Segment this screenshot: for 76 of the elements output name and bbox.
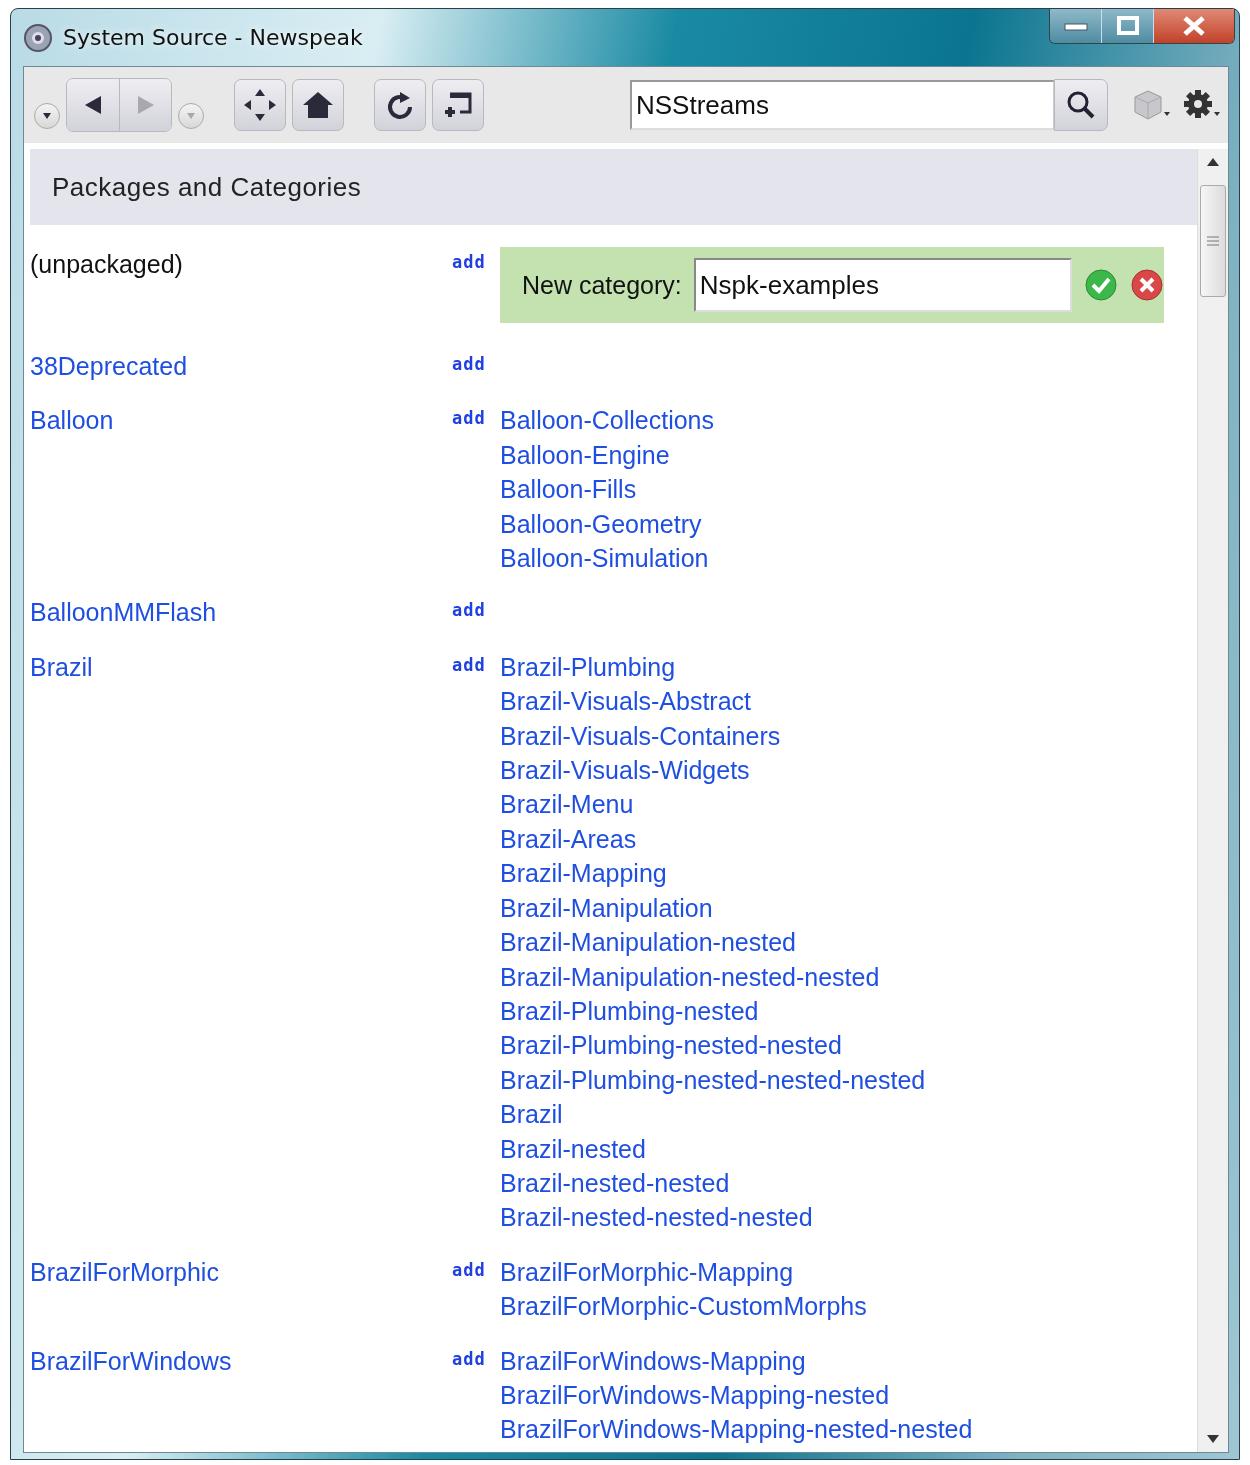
category-link[interactable]: BrazilForWindows-Mapping-nested-nested [500, 1412, 973, 1447]
search-button[interactable] [1054, 79, 1108, 131]
new-window-icon [442, 90, 474, 120]
category-link[interactable]: BrazilForWindows-Mapping [500, 1343, 806, 1378]
category-link[interactable]: BrazilForMorphic-CustomMorphs [500, 1289, 867, 1324]
header-title: Packages and Categories [52, 171, 362, 203]
grip-icon [1207, 234, 1219, 248]
maximize-icon [1114, 15, 1141, 37]
category-link[interactable]: Brazil-Manipulation-nested [500, 925, 796, 960]
category-link[interactable]: Brazil [500, 1097, 563, 1132]
search-icon [1066, 90, 1096, 120]
window-title: System Source - Newspeak [63, 25, 363, 50]
add-link[interactable]: add [452, 1343, 486, 1374]
refresh-icon [386, 90, 414, 120]
package-link[interactable]: 38Deprecated [30, 349, 188, 384]
add-link[interactable]: add [452, 403, 486, 434]
category-link[interactable]: Balloon-Collections [500, 403, 714, 438]
new-category-label: New category: [522, 270, 682, 300]
category-link[interactable]: Brazil-Visuals-Widgets [500, 753, 750, 788]
history-dropdown[interactable] [34, 103, 60, 129]
category-link[interactable]: Balloon-Geometry [500, 506, 702, 542]
add-link[interactable]: add [452, 595, 486, 626]
category-link[interactable]: Brazil-Plumbing-nested-nested-nested [500, 1062, 926, 1098]
scrollbar[interactable] [1197, 149, 1228, 1452]
back-button[interactable] [67, 79, 119, 131]
maximize-button[interactable] [1102, 9, 1154, 43]
category-link[interactable]: BrazilForMorphic-Mapping [500, 1254, 794, 1290]
close-button[interactable] [1154, 9, 1234, 43]
home-icon [302, 90, 334, 120]
new-category-field[interactable]: Nspk-examples [693, 258, 1072, 312]
package-link[interactable]: Brazil [30, 649, 93, 685]
search-field[interactable]: NSStreams [630, 80, 1054, 130]
category-link[interactable]: Balloon-Simulation [500, 541, 709, 576]
category-link[interactable]: BrazilForWindows-Mapping-nested [500, 1377, 890, 1413]
category-link[interactable]: Brazil-Manipulation [500, 890, 713, 926]
scroll-down-icon[interactable] [1206, 1434, 1220, 1444]
category-link[interactable]: Brazil-Mapping [500, 856, 667, 891]
package-link[interactable]: BrazilForWindows [30, 1343, 232, 1378]
category-link[interactable]: Brazil-Visuals-Abstract [500, 684, 751, 719]
package-link[interactable]: BrazilForMorphic [30, 1254, 219, 1290]
category-link[interactable]: Brazil-Plumbing-nested-nested [500, 1028, 842, 1063]
move-button[interactable] [234, 79, 286, 131]
caret-icon [186, 112, 196, 120]
minimize-button[interactable] [1050, 9, 1102, 43]
category-link[interactable]: Brazil-Plumbing [500, 649, 676, 685]
scroll-thumb[interactable] [1200, 185, 1226, 297]
minimize-icon [1062, 21, 1089, 31]
category-link[interactable]: Brazil-Menu [500, 787, 634, 822]
add-link[interactable]: add [452, 349, 486, 379]
package-link[interactable]: BalloonMMFlash [30, 595, 217, 630]
category-link[interactable]: Balloon-Fills [500, 472, 637, 507]
close-icon [1181, 15, 1207, 37]
add-link[interactable]: add [452, 1254, 486, 1285]
caret-icon [42, 112, 52, 120]
check-icon [1083, 268, 1118, 302]
add-link[interactable]: add [452, 247, 486, 277]
add-link[interactable]: add [452, 649, 486, 680]
cancel-button[interactable] [1129, 268, 1164, 302]
category-link[interactable]: Brazil-Visuals-Containers [500, 718, 781, 754]
package-name: (unpackaged) [30, 249, 183, 280]
home-button[interactable] [292, 79, 344, 131]
new-window-button[interactable] [432, 79, 484, 131]
four-arrows-icon [242, 87, 278, 123]
category-link[interactable]: Brazil-nested-nested [500, 1165, 730, 1201]
category-link[interactable]: Brazil-nested-nested-nested [500, 1200, 813, 1235]
refresh-button[interactable] [374, 79, 426, 131]
category-link[interactable]: Balloon-Engine [500, 437, 670, 473]
category-link[interactable]: Brazil-Areas [500, 821, 637, 857]
confirm-button[interactable] [1083, 268, 1118, 302]
app-icon [23, 22, 53, 53]
scroll-up-icon[interactable] [1206, 157, 1220, 167]
category-link[interactable]: Brazil-Manipulation-nested-nested [500, 959, 880, 994]
category-link[interactable]: Brazil-nested [500, 1131, 646, 1166]
package-link[interactable]: Balloon [30, 403, 114, 438]
cross-icon [1129, 268, 1164, 302]
category-link[interactable]: Brazil-Plumbing-nested [500, 993, 759, 1029]
